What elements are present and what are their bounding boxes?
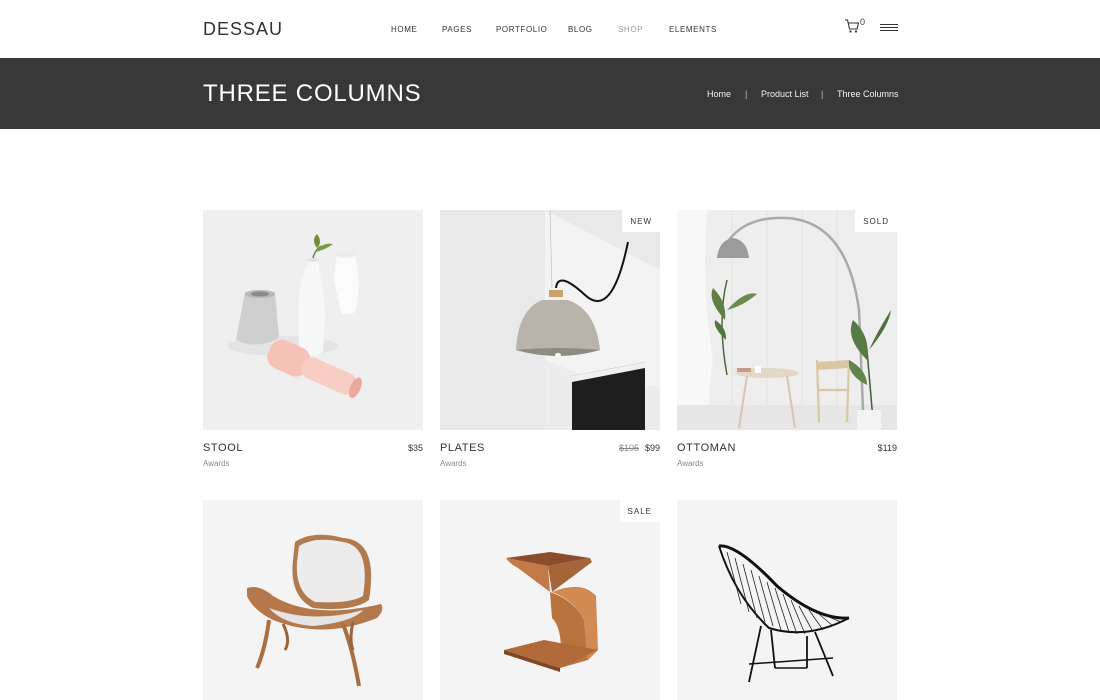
breadcrumb-separator: |: [745, 89, 748, 99]
product-image[interactable]: SOLD: [677, 210, 897, 430]
hamburger-menu-icon[interactable]: [880, 24, 898, 34]
badge-sold: SOLD: [855, 210, 897, 232]
nav-elements[interactable]: ELEMENTS: [669, 25, 717, 34]
breadcrumb-current: Three Columns: [837, 89, 899, 99]
site-header: DESSAU HOME PAGES PORTFOLIO BLOG SHOP EL…: [0, 0, 1100, 58]
nav-shop[interactable]: SHOP: [618, 25, 643, 34]
product-card-chair[interactable]: [203, 500, 423, 700]
main-nav: HOME PAGES PORTFOLIO BLOG SHOP ELEMENTS: [0, 25, 1100, 35]
cart-icon: [845, 19, 860, 33]
product-category[interactable]: Awards: [677, 459, 704, 468]
cart-button[interactable]: 0: [844, 17, 870, 38]
breadcrumb: Home | Product List | Three Columns: [0, 89, 1100, 101]
nav-portfolio[interactable]: PORTFOLIO: [496, 25, 547, 34]
page-title-bar: THREE COLUMNS Home | Product List | Thre…: [0, 58, 1100, 129]
product-price: $105 $99: [619, 443, 660, 453]
product-image[interactable]: [677, 500, 897, 700]
price-old: $105: [618, 443, 639, 453]
product-name[interactable]: OTTOMAN: [677, 442, 736, 454]
breadcrumb-separator: |: [821, 89, 824, 99]
product-card-ottoman[interactable]: SOLD OTTOMAN Awards $119: [677, 210, 897, 468]
badge-new: NEW: [622, 210, 660, 232]
product-card-wire-chair[interactable]: [677, 500, 897, 700]
price-current: $99: [644, 443, 660, 453]
price-current: $35: [407, 443, 423, 453]
product-name[interactable]: STOOL: [203, 442, 243, 454]
breadcrumb-product-list[interactable]: Product List: [761, 89, 809, 99]
product-image[interactable]: SALE: [440, 500, 660, 700]
product-price: $35: [408, 443, 423, 453]
breadcrumb-home[interactable]: Home: [707, 89, 731, 99]
nav-blog[interactable]: BLOG: [568, 25, 593, 34]
product-category[interactable]: Awards: [203, 459, 230, 468]
badge-sale: SALE: [619, 500, 660, 522]
product-image[interactable]: NEW: [440, 210, 660, 430]
product-name[interactable]: PLATES: [440, 442, 485, 454]
product-card-side-table[interactable]: SALE: [440, 500, 660, 700]
product-image[interactable]: [203, 210, 423, 430]
price-current: $119: [877, 443, 897, 453]
product-image[interactable]: [203, 500, 423, 700]
product-price: $119: [878, 443, 897, 453]
nav-home[interactable]: HOME: [391, 25, 417, 34]
cart-count: 0: [860, 17, 866, 27]
nav-pages[interactable]: PAGES: [442, 25, 472, 34]
product-card-stool[interactable]: STOOL Awards $35: [203, 210, 423, 468]
product-card-plates[interactable]: NEW PLATES Awards $105 $99: [440, 210, 660, 468]
product-category[interactable]: Awards: [440, 459, 467, 468]
